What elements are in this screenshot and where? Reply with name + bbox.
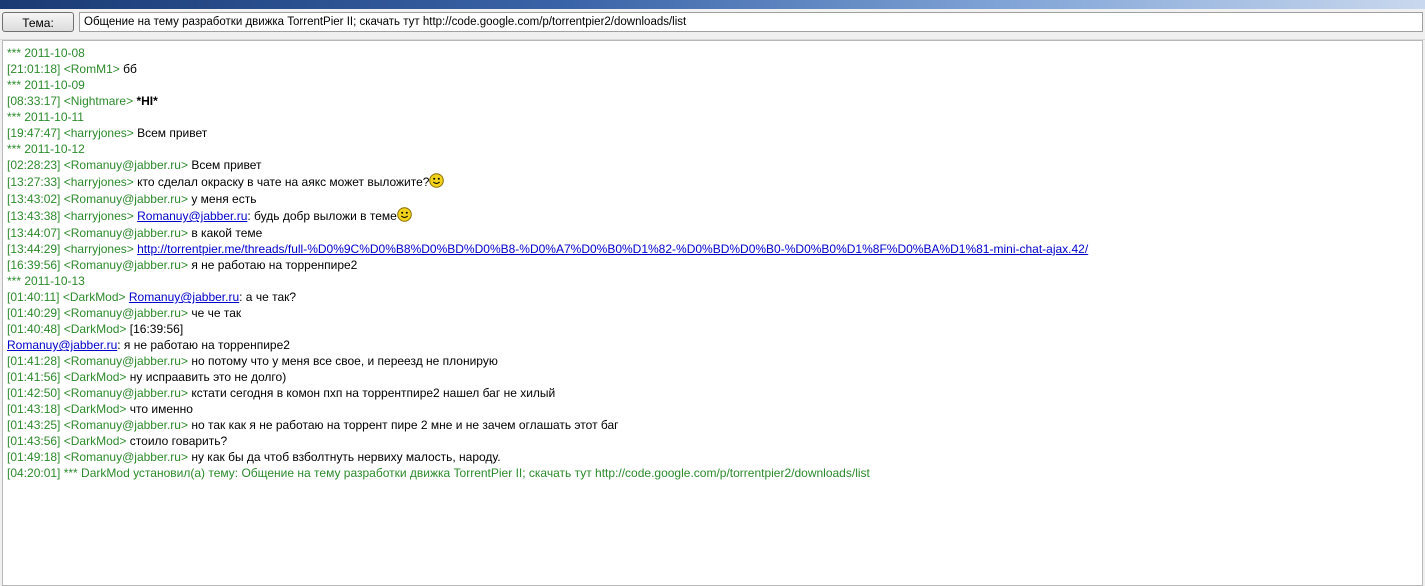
chat-message: [01:43:25] <Romanuy@jabber.ru> но так ка… — [7, 417, 1422, 433]
message-text: : будь добр выложи в теме — [247, 209, 397, 223]
message-time: [01:42:50] — [7, 386, 61, 400]
message-time: [01:49:18] — [7, 450, 61, 464]
chat-message: [01:49:18] <Romanuy@jabber.ru> ну как бы… — [7, 449, 1422, 465]
message-nick: <Nightmare> — [63, 94, 134, 108]
message-time: [01:43:25] — [7, 418, 61, 432]
message-text: ну испраавить это не долго) — [129, 370, 287, 384]
message-nick: <Romanuy@jabber.ru> — [63, 354, 188, 368]
message-text: но потому что у меня все свое, и переезд… — [191, 354, 498, 368]
message-text: в какой теме — [191, 226, 263, 240]
message-time: [16:39:56] — [7, 258, 61, 272]
message-nick: <Romanuy@jabber.ru> — [63, 450, 188, 464]
message-nick: <Romanuy@jabber.ru> — [63, 192, 188, 206]
message-nick: <harryjones> — [63, 209, 134, 223]
message-text: *HI* — [136, 94, 158, 108]
chat-message: [13:44:29] <harryjones> http://torrentpi… — [7, 241, 1422, 257]
url-link[interactable]: http://torrentpier.me/threads/full-%D0%9… — [137, 242, 1088, 256]
message-text: что именно — [129, 402, 193, 416]
topic-button[interactable]: Тема: — [2, 12, 74, 32]
message-text: : я не работаю на торренпире2 — [117, 338, 290, 352]
topic-bar: Тема: Общение на тему разработки движка … — [0, 9, 1425, 40]
chat-message: [13:27:33] <harryjones> кто сделал окрас… — [7, 173, 1422, 191]
chat-message: [13:43:02] <Romanuy@jabber.ru> у меня ес… — [7, 191, 1422, 207]
message-time: [13:44:07] — [7, 226, 61, 240]
message-time: [01:40:11] — [7, 290, 60, 304]
message-text: кстати сегодня в комон пхп на торрентпир… — [191, 386, 556, 400]
chat-message: [01:43:18] <DarkMod> что именно — [7, 401, 1422, 417]
message-nick: <DarkMod> — [63, 370, 127, 384]
message-nick: <Romanuy@jabber.ru> — [63, 418, 188, 432]
date-separator: *** 2011-10-11 — [7, 110, 84, 124]
message-nick: <RomM1> — [63, 62, 120, 76]
message-nick: <Romanuy@jabber.ru> — [63, 386, 188, 400]
message-text: Всем привет — [137, 126, 208, 140]
message-time: [13:43:02] — [7, 192, 61, 206]
chat-message: [13:44:07] <Romanuy@jabber.ru> в какой т… — [7, 225, 1422, 241]
message-text: я не работаю на торренпире2 — [191, 258, 358, 272]
message-text: ну как бы да чтоб взболтнуть нервиху мал… — [191, 450, 501, 464]
chat-message: [01:41:28] <Romanuy@jabber.ru> но потому… — [7, 353, 1422, 369]
window-title-strip — [0, 0, 1425, 9]
message-time: [01:41:28] — [7, 354, 61, 368]
message-nick: <DarkMod> — [63, 322, 127, 336]
chat-message: [01:41:56] <DarkMod> ну испраавить это н… — [7, 369, 1422, 385]
message-time: [01:40:29] — [7, 306, 61, 320]
chat-message: [01:40:11] <DarkMod> Romanuy@jabber.ru: … — [7, 289, 1422, 305]
message-nick: <Romanuy@jabber.ru> — [63, 226, 188, 240]
message-text: но так как я не работаю на торрент пире … — [191, 418, 619, 432]
message-time: [08:33:17] — [7, 94, 61, 108]
message-time: [19:47:47] — [7, 126, 61, 140]
chat-message: [21:01:18] <RomM1> бб — [7, 61, 1422, 77]
date-separator: *** 2011-10-13 — [7, 274, 85, 288]
message-nick: <DarkMod> — [63, 402, 127, 416]
message-nick: <harryjones> — [63, 175, 134, 189]
message-time: [13:44:29] — [7, 242, 61, 256]
chat-message: [01:43:56] <DarkMod> стоило говарить? — [7, 433, 1422, 449]
smiley-icon — [397, 207, 412, 222]
message-text: бб — [123, 62, 137, 76]
chat-message: [02:28:23] <Romanuy@jabber.ru> Всем прив… — [7, 157, 1422, 173]
message-nick: <DarkMod> — [62, 290, 126, 304]
chat-message: [16:39:56] <Romanuy@jabber.ru> я не рабо… — [7, 257, 1422, 273]
date-separator: *** 2011-10-09 — [7, 78, 85, 92]
message-time: [02:28:23] — [7, 158, 61, 172]
message-time: [13:27:33] — [7, 175, 61, 189]
message-time: [01:41:56] — [7, 370, 61, 384]
message-nick: <Romanuy@jabber.ru> — [63, 158, 188, 172]
message-time: [21:01:18] — [7, 62, 61, 76]
message-time: [01:43:56] — [7, 434, 61, 448]
message-text: : а че так? — [239, 290, 297, 304]
date-separator: *** 2011-10-08 — [7, 46, 85, 60]
chat-message: [08:33:17] <Nightmare> *HI* — [7, 93, 1422, 109]
mention-link[interactable]: Romanuy@jabber.ru — [129, 290, 239, 304]
mention-link[interactable]: Romanuy@jabber.ru — [7, 338, 117, 352]
message-nick: <Romanuy@jabber.ru> — [63, 258, 188, 272]
message-time: [13:43:38] — [7, 209, 61, 223]
chat-message: [13:43:38] <harryjones> Romanuy@jabber.r… — [7, 207, 1422, 225]
date-separator: *** 2011-10-12 — [7, 142, 85, 156]
message-text: у меня есть — [191, 192, 257, 206]
message-nick: <DarkMod> — [63, 434, 127, 448]
message-text: кто сделал окраску в чате на аякс может … — [137, 175, 430, 189]
message-nick: <harryjones> — [63, 126, 134, 140]
message-text: Всем привет — [191, 158, 262, 172]
topic-field[interactable]: Общение на тему разработки движка Torren… — [79, 12, 1423, 32]
message-time: [01:40:48] — [7, 322, 61, 336]
chat-message-continuation: Romanuy@jabber.ru: я не работаю на торре… — [7, 337, 1422, 353]
message-text: стоило говарить? — [129, 434, 228, 448]
message-text: [16:39:56] — [129, 322, 184, 336]
chat-message: [01:40:29] <Romanuy@jabber.ru> че че так — [7, 305, 1422, 321]
message-nick: <harryjones> — [63, 242, 134, 256]
chat-message: [01:42:50] <Romanuy@jabber.ru> кстати се… — [7, 385, 1422, 401]
chat-message: [19:47:47] <harryjones> Всем привет — [7, 125, 1422, 141]
message-text: че че так — [191, 306, 242, 320]
message-time: [01:43:18] — [7, 402, 61, 416]
system-message: [04:20:01] *** DarkMod установил(а) тему… — [7, 466, 870, 480]
mention-link[interactable]: Romanuy@jabber.ru — [137, 209, 247, 223]
message-nick: <Romanuy@jabber.ru> — [63, 306, 188, 320]
chat-message: [01:40:48] <DarkMod> [16:39:56] — [7, 321, 1422, 337]
smiley-icon — [429, 173, 445, 188]
chat-log[interactable]: *** 2011-10-08 [21:01:18] <RomM1> бб ***… — [2, 40, 1423, 586]
